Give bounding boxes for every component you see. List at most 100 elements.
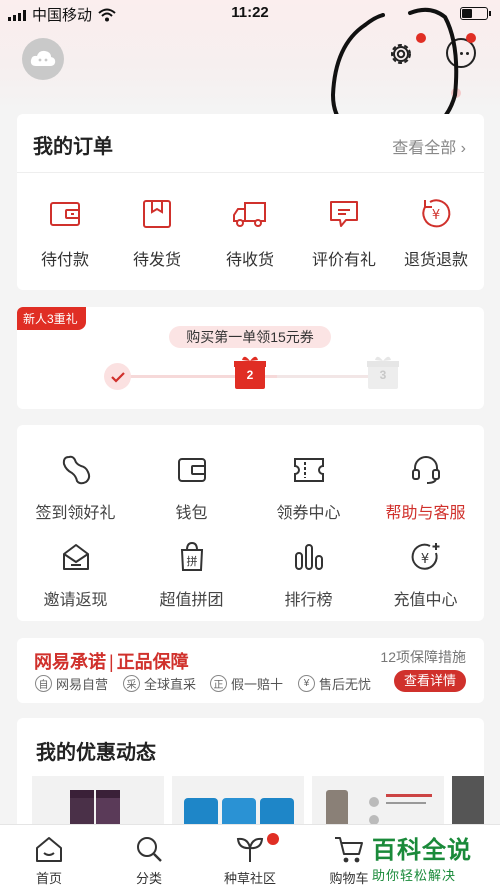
guarantee-brand: 网易承诺 bbox=[34, 652, 106, 672]
svg-text:拼: 拼 bbox=[186, 554, 197, 568]
order-item-label: 待收货 bbox=[225, 252, 274, 269]
guarantee-feature: ¥ 售后无忧 bbox=[298, 674, 371, 693]
tab-label: 首页 bbox=[35, 871, 62, 886]
home-icon bbox=[36, 837, 62, 862]
service-group-buy[interactable]: 拼 超值拼团 bbox=[133, 540, 250, 610]
feature-label: 售后无忧 bbox=[319, 677, 372, 692]
divider bbox=[17, 172, 484, 173]
deals-title: 我的优惠动态 bbox=[36, 742, 156, 764]
orders-card: 我的订单 查看全部 › 待付款 待发货 待收货 评价有礼 ¥ 退货退款 bbox=[17, 114, 484, 290]
gift-step-number: 3 bbox=[379, 368, 387, 382]
order-to-ship[interactable]: 待发货 bbox=[112, 196, 202, 270]
order-review[interactable]: 评价有礼 bbox=[299, 196, 389, 270]
watermark-logo: 百科全说 助你轻松解决 bbox=[372, 830, 497, 883]
service-wallet[interactable]: 钱包 bbox=[133, 453, 250, 523]
group-buy-icon: 拼 bbox=[180, 541, 203, 571]
ranking-icon bbox=[294, 544, 323, 570]
service-label: 钱包 bbox=[175, 505, 208, 522]
review-icon bbox=[330, 201, 358, 227]
feature-label: 全球直采 bbox=[144, 677, 197, 692]
authentic-icon: 正 bbox=[210, 675, 227, 692]
search-icon bbox=[137, 837, 162, 862]
service-label: 领券中心 bbox=[276, 505, 341, 522]
view-details-button[interactable]: 查看详情 bbox=[394, 670, 466, 692]
package-icon bbox=[143, 200, 171, 228]
title-separator: | bbox=[109, 652, 114, 672]
more-badge bbox=[466, 33, 476, 43]
services-card: 签到领好礼 钱包 领券中心 帮助与客服 邀请返现 拼 超值拼团 排行榜 ¥ 充值… bbox=[17, 425, 484, 621]
gear-icon bbox=[391, 44, 411, 64]
cloud-avatar-icon bbox=[30, 50, 56, 66]
guarantee-measures: 12项保障措施 bbox=[380, 649, 466, 665]
tab-label: 种草社区 bbox=[223, 871, 276, 886]
guarantee-feature: 自网易自营 bbox=[35, 674, 108, 693]
status-time: 11:22 bbox=[231, 4, 269, 21]
guarantee-card[interactable]: 网易承诺 | 正品保障 12项保障措施 自网易自营 采全球直采 正假一赔十 ¥ 售后无… bbox=[17, 638, 484, 703]
avatar[interactable] bbox=[22, 38, 64, 80]
service-coupon-center[interactable]: 领券中心 bbox=[250, 453, 367, 523]
guarantee-promise: 正品保障 bbox=[116, 652, 189, 672]
service-label: 邀请返现 bbox=[43, 592, 108, 609]
feature-label: 网易自营 bbox=[56, 677, 109, 692]
bean-icon bbox=[62, 455, 90, 485]
tab-home[interactable]: 首页 bbox=[9, 833, 89, 887]
order-to-receive[interactable]: 待收货 bbox=[205, 196, 295, 270]
cart-icon bbox=[335, 837, 363, 863]
service-label: 帮助与客服 bbox=[385, 505, 466, 522]
guarantee-feature: 正假一赔十 bbox=[210, 674, 283, 693]
settings-button[interactable] bbox=[387, 40, 415, 68]
svg-text:¥: ¥ bbox=[420, 552, 428, 567]
service-label: 签到领好礼 bbox=[35, 505, 116, 522]
self-operated-icon: 自 bbox=[35, 675, 52, 692]
headset-icon bbox=[411, 456, 440, 484]
orders-title: 我的订单 bbox=[33, 136, 113, 158]
tab-category[interactable]: 分类 bbox=[109, 833, 189, 887]
order-item-label: 评价有礼 bbox=[311, 252, 376, 269]
topup-icon: ¥ bbox=[411, 543, 439, 570]
step-completed bbox=[104, 363, 131, 390]
order-item-label: 待付款 bbox=[40, 252, 89, 269]
truck-icon bbox=[233, 202, 266, 227]
gift-step-number: 2 bbox=[246, 368, 254, 382]
service-invite[interactable]: 邀请返现 bbox=[17, 540, 134, 610]
more-dot-icon bbox=[453, 51, 457, 55]
after-sales-icon: ¥ bbox=[298, 675, 315, 692]
order-item-label: 待发货 bbox=[132, 252, 181, 269]
first-order-coupon-banner: 购买第一单领15元券 bbox=[169, 326, 331, 348]
watermark-subtitle: 助你轻松解决 bbox=[372, 868, 457, 883]
see-all-orders-link[interactable]: 查看全部 › bbox=[392, 134, 466, 158]
check-icon bbox=[110, 371, 125, 383]
more-dot-icon bbox=[465, 51, 469, 55]
deals-card: 我的优惠动态 bbox=[17, 718, 484, 838]
service-topup[interactable]: ¥ 充值中心 bbox=[367, 540, 484, 610]
settings-badge bbox=[416, 33, 426, 43]
svg-text:¥: ¥ bbox=[432, 208, 440, 223]
wallet-icon bbox=[177, 458, 206, 482]
service-help[interactable]: 帮助与客服 bbox=[367, 453, 484, 523]
invite-icon bbox=[62, 544, 89, 570]
sprout-icon bbox=[236, 837, 264, 862]
new-user-gift-tag: 新人3重礼 bbox=[17, 307, 86, 330]
service-checkin[interactable]: 签到领好礼 bbox=[17, 453, 134, 523]
service-label: 排行榜 bbox=[284, 592, 333, 609]
service-ranking[interactable]: 排行榜 bbox=[250, 540, 367, 610]
wallet-icon bbox=[50, 202, 80, 226]
service-label: 充值中心 bbox=[393, 592, 458, 609]
feature-label: 假一赔十 bbox=[231, 677, 284, 692]
more-dot-icon bbox=[459, 51, 463, 55]
gift-box-step-2[interactable]: 2 bbox=[234, 355, 266, 389]
order-pending-payment[interactable]: 待付款 bbox=[20, 196, 110, 270]
new-user-gift-card[interactable]: 新人3重礼 购买第一单领15元券 2 3 bbox=[17, 307, 484, 409]
watermark-title: 百科全说 bbox=[372, 837, 472, 864]
coupon-icon bbox=[293, 458, 324, 482]
order-refund[interactable]: ¥ 退货退款 bbox=[391, 196, 481, 270]
decor-dot bbox=[451, 88, 461, 98]
refund-icon: ¥ bbox=[422, 199, 451, 228]
status-bar: 中国移动 11:22 bbox=[0, 0, 500, 28]
guarantee-feature: 采全球直采 bbox=[123, 674, 196, 693]
guarantee-title: 网易承诺 | 正品保障 bbox=[34, 648, 189, 674]
gift-box-step-3[interactable]: 3 bbox=[367, 355, 399, 389]
order-item-label: 退货退款 bbox=[403, 252, 468, 269]
global-sourcing-icon: 采 bbox=[123, 675, 140, 692]
tab-label: 分类 bbox=[135, 871, 162, 886]
